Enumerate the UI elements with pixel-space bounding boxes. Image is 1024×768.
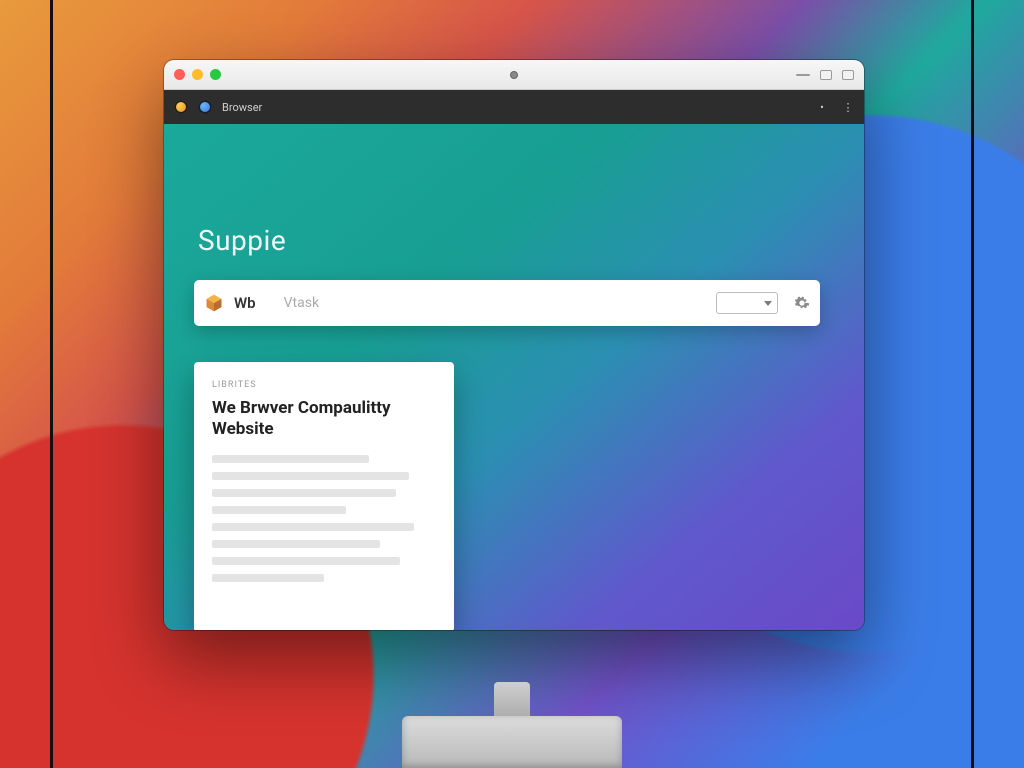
cube-icon — [204, 293, 224, 313]
gear-icon[interactable] — [794, 295, 810, 311]
camera-notch-icon — [510, 71, 518, 79]
window-restore-icon[interactable] — [842, 70, 854, 80]
document-preview[interactable]: LIBRITES We Brwver Compaulitty Website — [194, 362, 454, 630]
overflow-icon[interactable]: ⋮ — [842, 101, 854, 113]
window-titlebar[interactable] — [164, 60, 864, 90]
tab-label[interactable]: Browser — [222, 101, 262, 114]
search-prefix: Wb — [234, 294, 256, 312]
zoom-icon[interactable] — [210, 69, 221, 80]
page-title: Suppie — [198, 224, 286, 257]
monitor-stand — [402, 716, 622, 768]
desktop-wallpaper: Browser • ⋮ Suppie Wb Vtask LIBRITES We … — [0, 0, 1024, 768]
page-viewport: Suppie Wb Vtask LIBRITES We Brwver Compa… — [164, 124, 864, 630]
search-placeholder: Vtask — [284, 295, 319, 311]
minimize-icon[interactable] — [192, 69, 203, 80]
chevron-down-icon — [764, 301, 772, 306]
window-min-icon[interactable] — [796, 74, 810, 76]
browser-window: Browser • ⋮ Suppie Wb Vtask LIBRITES We … — [164, 60, 864, 630]
document-title: We Brwver Compaulitty Website — [212, 398, 436, 441]
tab-favicon-secondary-icon — [198, 100, 212, 114]
traffic-lights — [174, 69, 221, 80]
search-dropdown[interactable] — [716, 292, 778, 314]
document-title-line1: We Brwver Compaulitty — [212, 398, 391, 418]
menu-dot-icon[interactable]: • — [816, 101, 828, 113]
tab-favicon-icon — [174, 100, 188, 114]
document-title-line2: Website — [212, 419, 274, 439]
document-placeholder-lines — [212, 455, 436, 582]
document-eyebrow: LIBRITES — [212, 380, 436, 390]
window-max-icon[interactable] — [820, 70, 832, 80]
tab-bar: Browser • ⋮ — [164, 90, 864, 124]
search-bar[interactable]: Wb Vtask — [194, 280, 820, 326]
close-icon[interactable] — [174, 69, 185, 80]
